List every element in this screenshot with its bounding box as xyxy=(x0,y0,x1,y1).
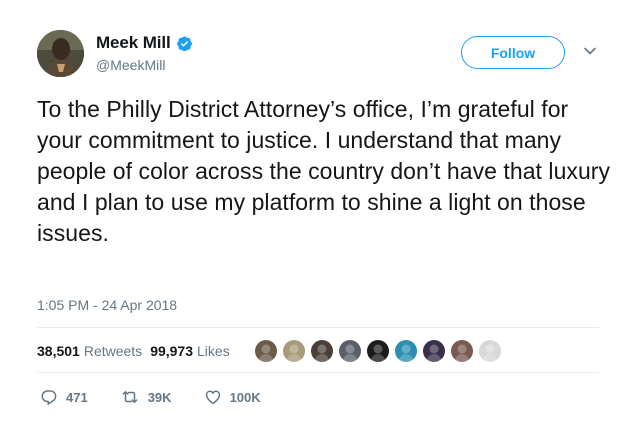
liker-avatar[interactable] xyxy=(395,340,417,362)
display-name[interactable]: Meek Mill xyxy=(96,33,171,53)
follow-button[interactable]: Follow xyxy=(461,36,565,69)
likes-count: 99,973 xyxy=(150,343,194,359)
retweet-icon xyxy=(122,391,138,403)
tweet-text: To the Philly District Attorney’s office… xyxy=(37,96,611,246)
liker-avatar[interactable] xyxy=(367,340,389,362)
heart-icon xyxy=(205,390,220,405)
tweet-actions: 471 39K 100K xyxy=(40,388,293,406)
liker-avatar[interactable] xyxy=(451,340,473,362)
user-handle[interactable]: @MeekMill xyxy=(96,57,165,73)
reply-count: 471 xyxy=(66,389,88,405)
divider xyxy=(37,327,599,328)
like-count: 100K xyxy=(229,389,261,405)
retweets-label: Retweets xyxy=(83,343,143,359)
tweet-timestamp[interactable]: 1:05 PM - 24 Apr 2018 xyxy=(37,297,177,313)
author-name-row[interactable]: Meek Mill xyxy=(96,33,193,53)
retweet-count: 39K xyxy=(147,389,172,405)
retweet-action[interactable]: 39K xyxy=(120,388,172,406)
reply-icon xyxy=(41,390,57,405)
liker-avatar[interactable] xyxy=(423,340,445,362)
retweets-count: 38,501 xyxy=(37,343,80,359)
like-action[interactable]: 100K xyxy=(204,388,261,406)
likes-stat[interactable]: 99,973 Likes xyxy=(150,343,238,359)
chevron-down-icon[interactable] xyxy=(583,44,597,58)
divider xyxy=(37,372,599,373)
likes-label: Likes xyxy=(197,343,230,359)
retweets-stat[interactable]: 38,501 Retweets xyxy=(37,343,150,359)
liker-avatars xyxy=(255,340,507,362)
avatar[interactable] xyxy=(37,30,84,77)
engagement-stats: 38,501 Retweets 99,973 Likes xyxy=(37,343,238,359)
liker-avatar[interactable] xyxy=(339,340,361,362)
liker-avatar[interactable] xyxy=(255,340,277,362)
liker-avatar[interactable] xyxy=(283,340,305,362)
reply-action[interactable]: 471 xyxy=(40,388,88,406)
liker-avatar[interactable] xyxy=(311,340,333,362)
verified-badge-icon xyxy=(176,35,193,52)
liker-avatar[interactable] xyxy=(479,340,501,362)
